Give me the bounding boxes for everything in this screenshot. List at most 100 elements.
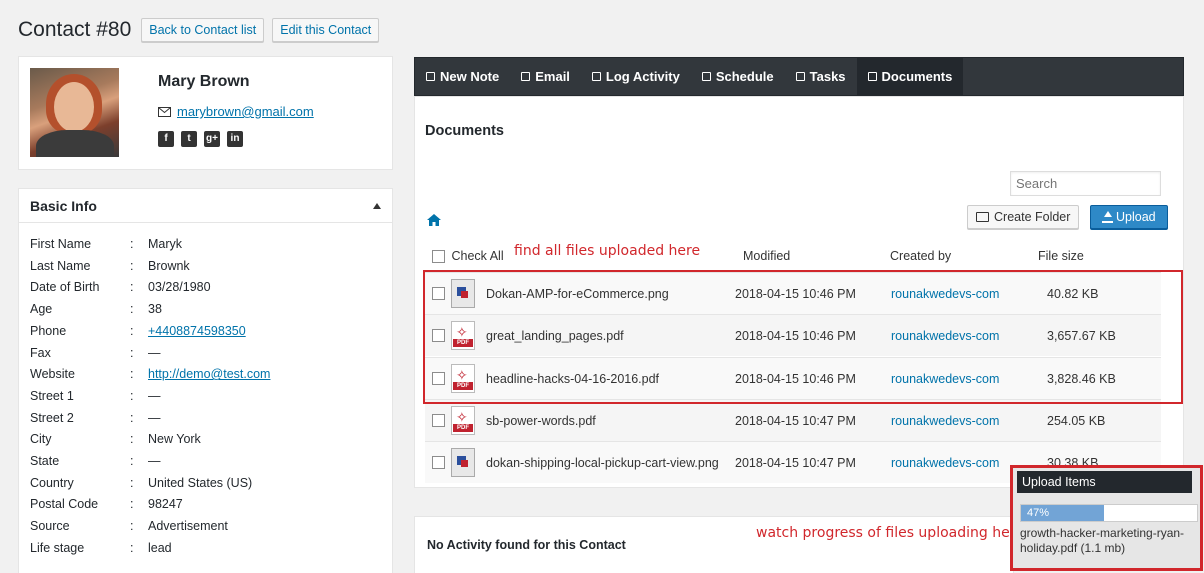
info-link[interactable]: +4408874598350 bbox=[148, 324, 246, 338]
file-checkbox[interactable] bbox=[432, 456, 445, 470]
info-value-text: — bbox=[148, 454, 161, 468]
info-row: Country: United States (US) bbox=[30, 476, 252, 490]
info-value: Brownk bbox=[148, 259, 190, 273]
file-modified: 2018-04-15 10:47 PM bbox=[735, 413, 856, 428]
info-value: 03/28/1980 bbox=[148, 280, 211, 294]
document-icon bbox=[867, 72, 877, 81]
info-value: 98247 bbox=[148, 497, 183, 511]
info-value: Advertisement bbox=[148, 519, 228, 533]
back-to-list-button[interactable]: Back to Contact list bbox=[141, 18, 265, 42]
info-value-text: New York bbox=[148, 432, 201, 447]
page-header: Contact #80 Back to Contact list Edit th… bbox=[18, 16, 387, 44]
tab-label: Documents bbox=[881, 69, 953, 84]
info-label: Street 2 bbox=[30, 410, 74, 425]
file-created-by[interactable]: rounakwedevs-com bbox=[891, 414, 999, 428]
created-by-column-header[interactable]: Created by bbox=[890, 249, 951, 263]
info-colon: : bbox=[130, 237, 134, 251]
info-value: Maryk bbox=[148, 237, 182, 251]
check-icon bbox=[795, 72, 805, 81]
create-folder-button[interactable]: Create Folder bbox=[967, 205, 1080, 229]
collapse-triangle-icon[interactable] bbox=[373, 202, 381, 209]
info-link[interactable]: http://demo@test.com bbox=[148, 367, 270, 381]
tab-email[interactable]: Email bbox=[510, 58, 581, 95]
info-colon: : bbox=[130, 519, 134, 534]
envelope-icon bbox=[158, 106, 171, 117]
upload-icon bbox=[1102, 210, 1113, 223]
info-value: — bbox=[148, 411, 161, 425]
info-label: Postal Code bbox=[30, 497, 99, 512]
file-size-column-header[interactable]: File size bbox=[1038, 249, 1084, 263]
tab-label: Log Activity bbox=[605, 69, 680, 84]
info-value: United States (US) bbox=[148, 476, 252, 490]
info-colon: : bbox=[130, 280, 134, 295]
home-icon[interactable] bbox=[427, 214, 441, 226]
tab-label: New Note bbox=[440, 69, 500, 84]
info-value: lead bbox=[148, 541, 172, 555]
info-value: — bbox=[148, 389, 161, 403]
info-colon: : bbox=[130, 475, 134, 490]
social-links: f t g+ in bbox=[158, 131, 243, 147]
modified-column-header[interactable]: Modified bbox=[743, 249, 790, 263]
note-icon bbox=[426, 72, 435, 81]
check-all-checkbox[interactable] bbox=[432, 250, 445, 264]
upload-items-title: Upload Items bbox=[1017, 471, 1192, 493]
basic-info-header[interactable]: Basic Info bbox=[19, 189, 392, 223]
tab-documents[interactable]: Documents bbox=[856, 58, 964, 95]
upload-progress-bar: 47% bbox=[1020, 504, 1198, 522]
info-value-text: — bbox=[148, 388, 161, 403]
facebook-icon[interactable]: f bbox=[158, 131, 174, 147]
info-colon: : bbox=[130, 323, 134, 338]
search-input[interactable] bbox=[1010, 171, 1161, 196]
twitter-icon[interactable]: t bbox=[181, 131, 197, 147]
file-checkbox[interactable] bbox=[432, 413, 445, 427]
info-row: Postal Code:98247 bbox=[30, 497, 183, 511]
upload-button[interactable]: Upload bbox=[1090, 205, 1168, 229]
info-value-text: — bbox=[148, 410, 161, 425]
info-value-text: 03/28/1980 bbox=[148, 280, 211, 295]
info-value-text: Brownk bbox=[148, 258, 190, 273]
info-row: Date of Birth:03/28/1980 bbox=[30, 280, 211, 294]
info-label: City bbox=[30, 432, 52, 447]
info-label: Age bbox=[30, 302, 53, 317]
tab-log-activity[interactable]: Log Activity bbox=[581, 58, 691, 95]
file-name[interactable]: dokan-shipping-local-pickup-cart-view.pn… bbox=[486, 456, 719, 470]
info-colon: : bbox=[130, 302, 134, 317]
tab-new-note[interactable]: New Note bbox=[415, 58, 510, 95]
info-colon: : bbox=[130, 454, 134, 468]
basic-info-title: Basic Info bbox=[30, 197, 97, 214]
linkedin-icon[interactable]: in bbox=[227, 131, 243, 147]
tab-label: Tasks bbox=[809, 69, 846, 84]
tab-tasks[interactable]: Tasks bbox=[785, 58, 857, 95]
info-label: Source bbox=[30, 519, 70, 534]
file-row[interactable]: ✧ PDF sb-power-words.pdf 2018-04-15 10:47 P… bbox=[425, 398, 1161, 441]
tab-label: Schedule bbox=[715, 69, 774, 84]
info-value[interactable]: http://demo@test.com bbox=[148, 367, 270, 381]
info-label: Last Name bbox=[30, 258, 91, 273]
info-row: Life stage: lead bbox=[30, 541, 172, 555]
file-modified: 2018-04-15 10:47 PM bbox=[735, 456, 856, 471]
avatar bbox=[30, 68, 119, 157]
info-colon: : bbox=[130, 432, 134, 447]
info-label: Website bbox=[30, 367, 75, 382]
info-value[interactable]: +4408874598350 bbox=[148, 324, 246, 338]
info-row: Last Name: Brownk bbox=[30, 259, 190, 273]
no-activity-text: No Activity found for this Contact bbox=[427, 538, 626, 552]
edit-contact-button[interactable]: Edit this Contact bbox=[272, 18, 380, 42]
info-label: Life stage bbox=[30, 540, 85, 555]
email-link[interactable]: marybrown@gmail.com bbox=[177, 104, 314, 119]
info-row: Age:38 bbox=[30, 302, 162, 316]
tab-schedule[interactable]: Schedule bbox=[691, 58, 785, 95]
info-colon: : bbox=[130, 410, 134, 425]
google-plus-icon[interactable]: g+ bbox=[204, 131, 220, 147]
check-all-header[interactable]: Check All bbox=[432, 249, 504, 264]
info-colon: : bbox=[130, 497, 134, 512]
email-row: marybrown@gmail.com bbox=[158, 104, 314, 119]
info-colon: : bbox=[130, 388, 134, 403]
file-created-by[interactable]: rounakwedevs-com bbox=[891, 456, 999, 470]
info-value-text: Maryk bbox=[148, 237, 183, 251]
basic-info-panel: Basic Info First Name: Maryk Last Name: Bro… bbox=[18, 188, 393, 573]
documents-title: Documents bbox=[425, 123, 504, 139]
upload-label: Upload bbox=[1116, 210, 1156, 224]
file-name[interactable]: sb-power-words.pdf bbox=[486, 414, 596, 428]
info-label: Date of Birth bbox=[30, 280, 100, 295]
